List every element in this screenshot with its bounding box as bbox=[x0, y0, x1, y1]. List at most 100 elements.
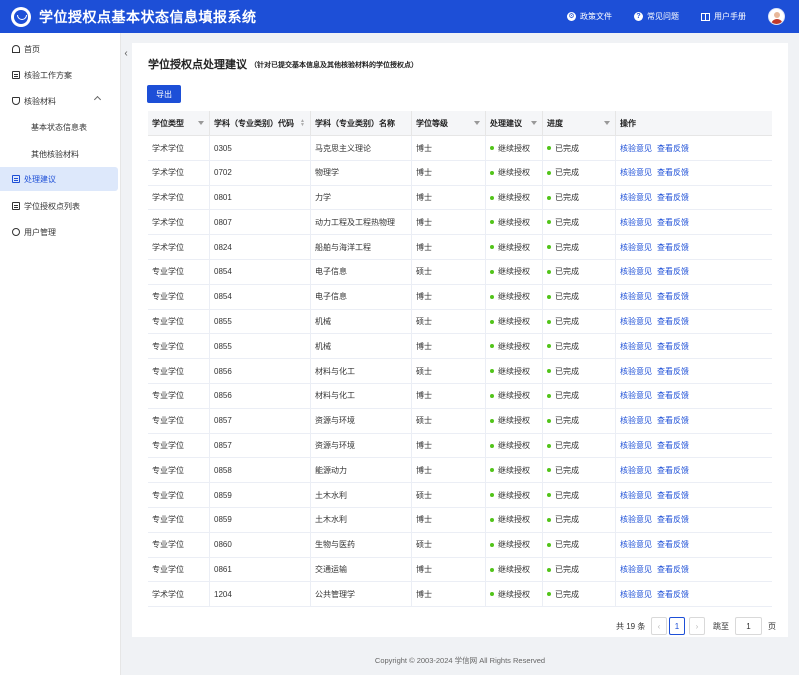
view-feedback-link[interactable]: 查看反馈 bbox=[657, 490, 689, 501]
verification-opinion-link[interactable]: 核验意见 bbox=[620, 341, 652, 352]
sidebar-item-suggestions[interactable]: 处理建议 bbox=[0, 167, 118, 191]
filter-icon[interactable] bbox=[198, 121, 204, 125]
cell-suggestion: 继续授权 bbox=[486, 259, 543, 284]
cell-actions: 核验意见 查看反馈 bbox=[616, 483, 772, 507]
view-feedback-link[interactable]: 查看反馈 bbox=[657, 465, 689, 476]
collapse-sidebar-button[interactable]: ‹ bbox=[120, 46, 132, 60]
cell-actions: 核验意见 查看反馈 bbox=[616, 235, 772, 259]
cell-progress: 已完成 bbox=[543, 185, 616, 210]
verification-opinion-link[interactable]: 核验意见 bbox=[620, 266, 652, 277]
view-feedback-link[interactable]: 查看反馈 bbox=[657, 341, 689, 352]
prev-page-button[interactable]: ‹ bbox=[651, 617, 667, 635]
user-avatar[interactable] bbox=[768, 8, 785, 25]
view-feedback-link[interactable]: 查看反馈 bbox=[657, 440, 689, 451]
verification-opinion-link[interactable]: 核验意见 bbox=[620, 143, 652, 154]
verification-opinion-link[interactable]: 核验意见 bbox=[620, 490, 652, 501]
sidebar-item-verification-plan[interactable]: 核验工作方案 bbox=[0, 63, 118, 87]
view-feedback-link[interactable]: 查看反馈 bbox=[657, 167, 689, 178]
view-feedback-link[interactable]: 查看反馈 bbox=[657, 143, 689, 154]
verification-opinion-link[interactable]: 核验意见 bbox=[620, 291, 652, 302]
sort-icon[interactable]: ▲ ▼ bbox=[300, 119, 305, 128]
status-dot-icon bbox=[547, 443, 551, 448]
status-dot-icon bbox=[490, 344, 494, 349]
cell-progress: 已完成 bbox=[543, 284, 616, 309]
filter-icon[interactable] bbox=[531, 121, 537, 125]
goto-page-input[interactable]: 1 bbox=[735, 617, 762, 635]
sidebar-item-other-materials[interactable]: 其他核验材料 bbox=[0, 142, 118, 166]
filter-icon[interactable] bbox=[474, 121, 480, 125]
export-button[interactable]: 导出 bbox=[147, 85, 181, 103]
user-manual-link[interactable]: 用户手册 bbox=[701, 11, 746, 22]
cell-name: 力学 bbox=[311, 185, 412, 210]
verification-opinion-link[interactable]: 核验意见 bbox=[620, 390, 652, 401]
policy-files-link[interactable]: ⚙ 政策文件 bbox=[567, 11, 612, 22]
cell-actions: 核验意见 查看反馈 bbox=[616, 161, 772, 185]
sidebar-item-verification-materials[interactable]: 核验材料 bbox=[0, 89, 118, 113]
view-feedback-link[interactable]: 查看反馈 bbox=[657, 291, 689, 302]
verification-opinion-link[interactable]: 核验意见 bbox=[620, 465, 652, 476]
cell-name: 物理学 bbox=[311, 160, 412, 185]
view-feedback-link[interactable]: 查看反馈 bbox=[657, 390, 689, 401]
shield-icon bbox=[12, 97, 20, 105]
table-row: 学术学位 0807 动力工程及工程热物理 博士 继续授权 已完成 核验意见 查看反馈 bbox=[148, 210, 772, 236]
sidebar-item-home[interactable]: 首页 bbox=[0, 37, 118, 61]
faq-link[interactable]: ? 常见问题 bbox=[634, 11, 679, 22]
cell-actions: 核验意见 查看反馈 bbox=[616, 334, 772, 358]
view-feedback-link[interactable]: 查看反馈 bbox=[657, 539, 689, 550]
sidebar-item-user-management[interactable]: 用户管理 bbox=[0, 220, 118, 244]
table-row: 学术学位 0305 马克思主义理论 博士 继续授权 已完成 核验意见 查看反馈 bbox=[148, 136, 772, 161]
verification-opinion-link[interactable]: 核验意见 bbox=[620, 539, 652, 550]
cell-name: 机械 bbox=[311, 309, 412, 334]
verification-opinion-link[interactable]: 核验意见 bbox=[620, 366, 652, 377]
cell-progress: 已完成 bbox=[543, 557, 616, 582]
view-feedback-link[interactable]: 查看反馈 bbox=[657, 564, 689, 575]
table-row: 专业学位 0859 土木水利 硕士 继续授权 已完成 核验意见 查看反馈 bbox=[148, 483, 772, 508]
verification-opinion-link[interactable]: 核验意见 bbox=[620, 217, 652, 228]
view-feedback-link[interactable]: 查看反馈 bbox=[657, 514, 689, 525]
cell-code: 0854 bbox=[210, 259, 311, 284]
page-title: 学位授权点处理建议 bbox=[148, 59, 247, 71]
column-header-degree-type: 学位类型 bbox=[148, 111, 210, 136]
verification-opinion-link[interactable]: 核验意见 bbox=[620, 564, 652, 575]
verification-opinion-link[interactable]: 核验意见 bbox=[620, 415, 652, 426]
page-button-current[interactable]: 1 bbox=[669, 617, 685, 635]
status-dot-icon bbox=[490, 245, 494, 250]
view-feedback-link[interactable]: 查看反馈 bbox=[657, 589, 689, 600]
cell-degree-type: 学术学位 bbox=[148, 160, 210, 185]
sidebar-item-degree-list[interactable]: 学位授权点列表 bbox=[0, 194, 118, 218]
verification-opinion-link[interactable]: 核验意见 bbox=[620, 192, 652, 203]
verification-opinion-link[interactable]: 核验意见 bbox=[620, 242, 652, 253]
document-icon bbox=[12, 71, 20, 79]
cell-suggestion: 继续授权 bbox=[486, 160, 543, 185]
status-dot-icon bbox=[490, 443, 494, 448]
view-feedback-link[interactable]: 查看反馈 bbox=[657, 242, 689, 253]
verification-opinion-link[interactable]: 核验意见 bbox=[620, 440, 652, 451]
sidebar-item-label: 学位授权点列表 bbox=[24, 201, 80, 211]
cell-degree-type: 专业学位 bbox=[148, 309, 210, 334]
column-header-name: 学科（专业类别）名称 bbox=[311, 111, 412, 136]
cell-progress: 已完成 bbox=[543, 309, 616, 334]
table-row: 专业学位 0856 材料与化工 硕士 继续授权 已完成 核验意见 查看反馈 bbox=[148, 359, 772, 384]
sidebar-item-basic-info-table[interactable]: 基本状态信息表 bbox=[0, 115, 118, 139]
view-feedback-link[interactable]: 查看反馈 bbox=[657, 217, 689, 228]
verification-opinion-link[interactable]: 核验意见 bbox=[620, 514, 652, 525]
cell-degree-type: 专业学位 bbox=[148, 284, 210, 309]
view-feedback-link[interactable]: 查看反馈 bbox=[657, 415, 689, 426]
view-feedback-link[interactable]: 查看反馈 bbox=[657, 266, 689, 277]
next-page-button[interactable]: › bbox=[689, 617, 705, 635]
verification-opinion-link[interactable]: 核验意见 bbox=[620, 589, 652, 600]
status-dot-icon bbox=[547, 418, 551, 423]
cell-actions: 核验意见 查看反馈 bbox=[616, 186, 772, 210]
filter-icon[interactable] bbox=[604, 121, 610, 125]
book-icon bbox=[701, 12, 710, 21]
status-dot-icon bbox=[547, 468, 551, 473]
cell-name: 船舶与海洋工程 bbox=[311, 235, 412, 260]
cell-actions: 核验意见 查看反馈 bbox=[616, 136, 772, 160]
column-header-code: 学科（专业类别）代码 ▲ ▼ bbox=[210, 111, 311, 136]
view-feedback-link[interactable]: 查看反馈 bbox=[657, 316, 689, 327]
view-feedback-link[interactable]: 查看反馈 bbox=[657, 366, 689, 377]
view-feedback-link[interactable]: 查看反馈 bbox=[657, 192, 689, 203]
verification-opinion-link[interactable]: 核验意见 bbox=[620, 167, 652, 178]
cell-degree-level: 硕士 bbox=[412, 408, 486, 433]
verification-opinion-link[interactable]: 核验意见 bbox=[620, 316, 652, 327]
